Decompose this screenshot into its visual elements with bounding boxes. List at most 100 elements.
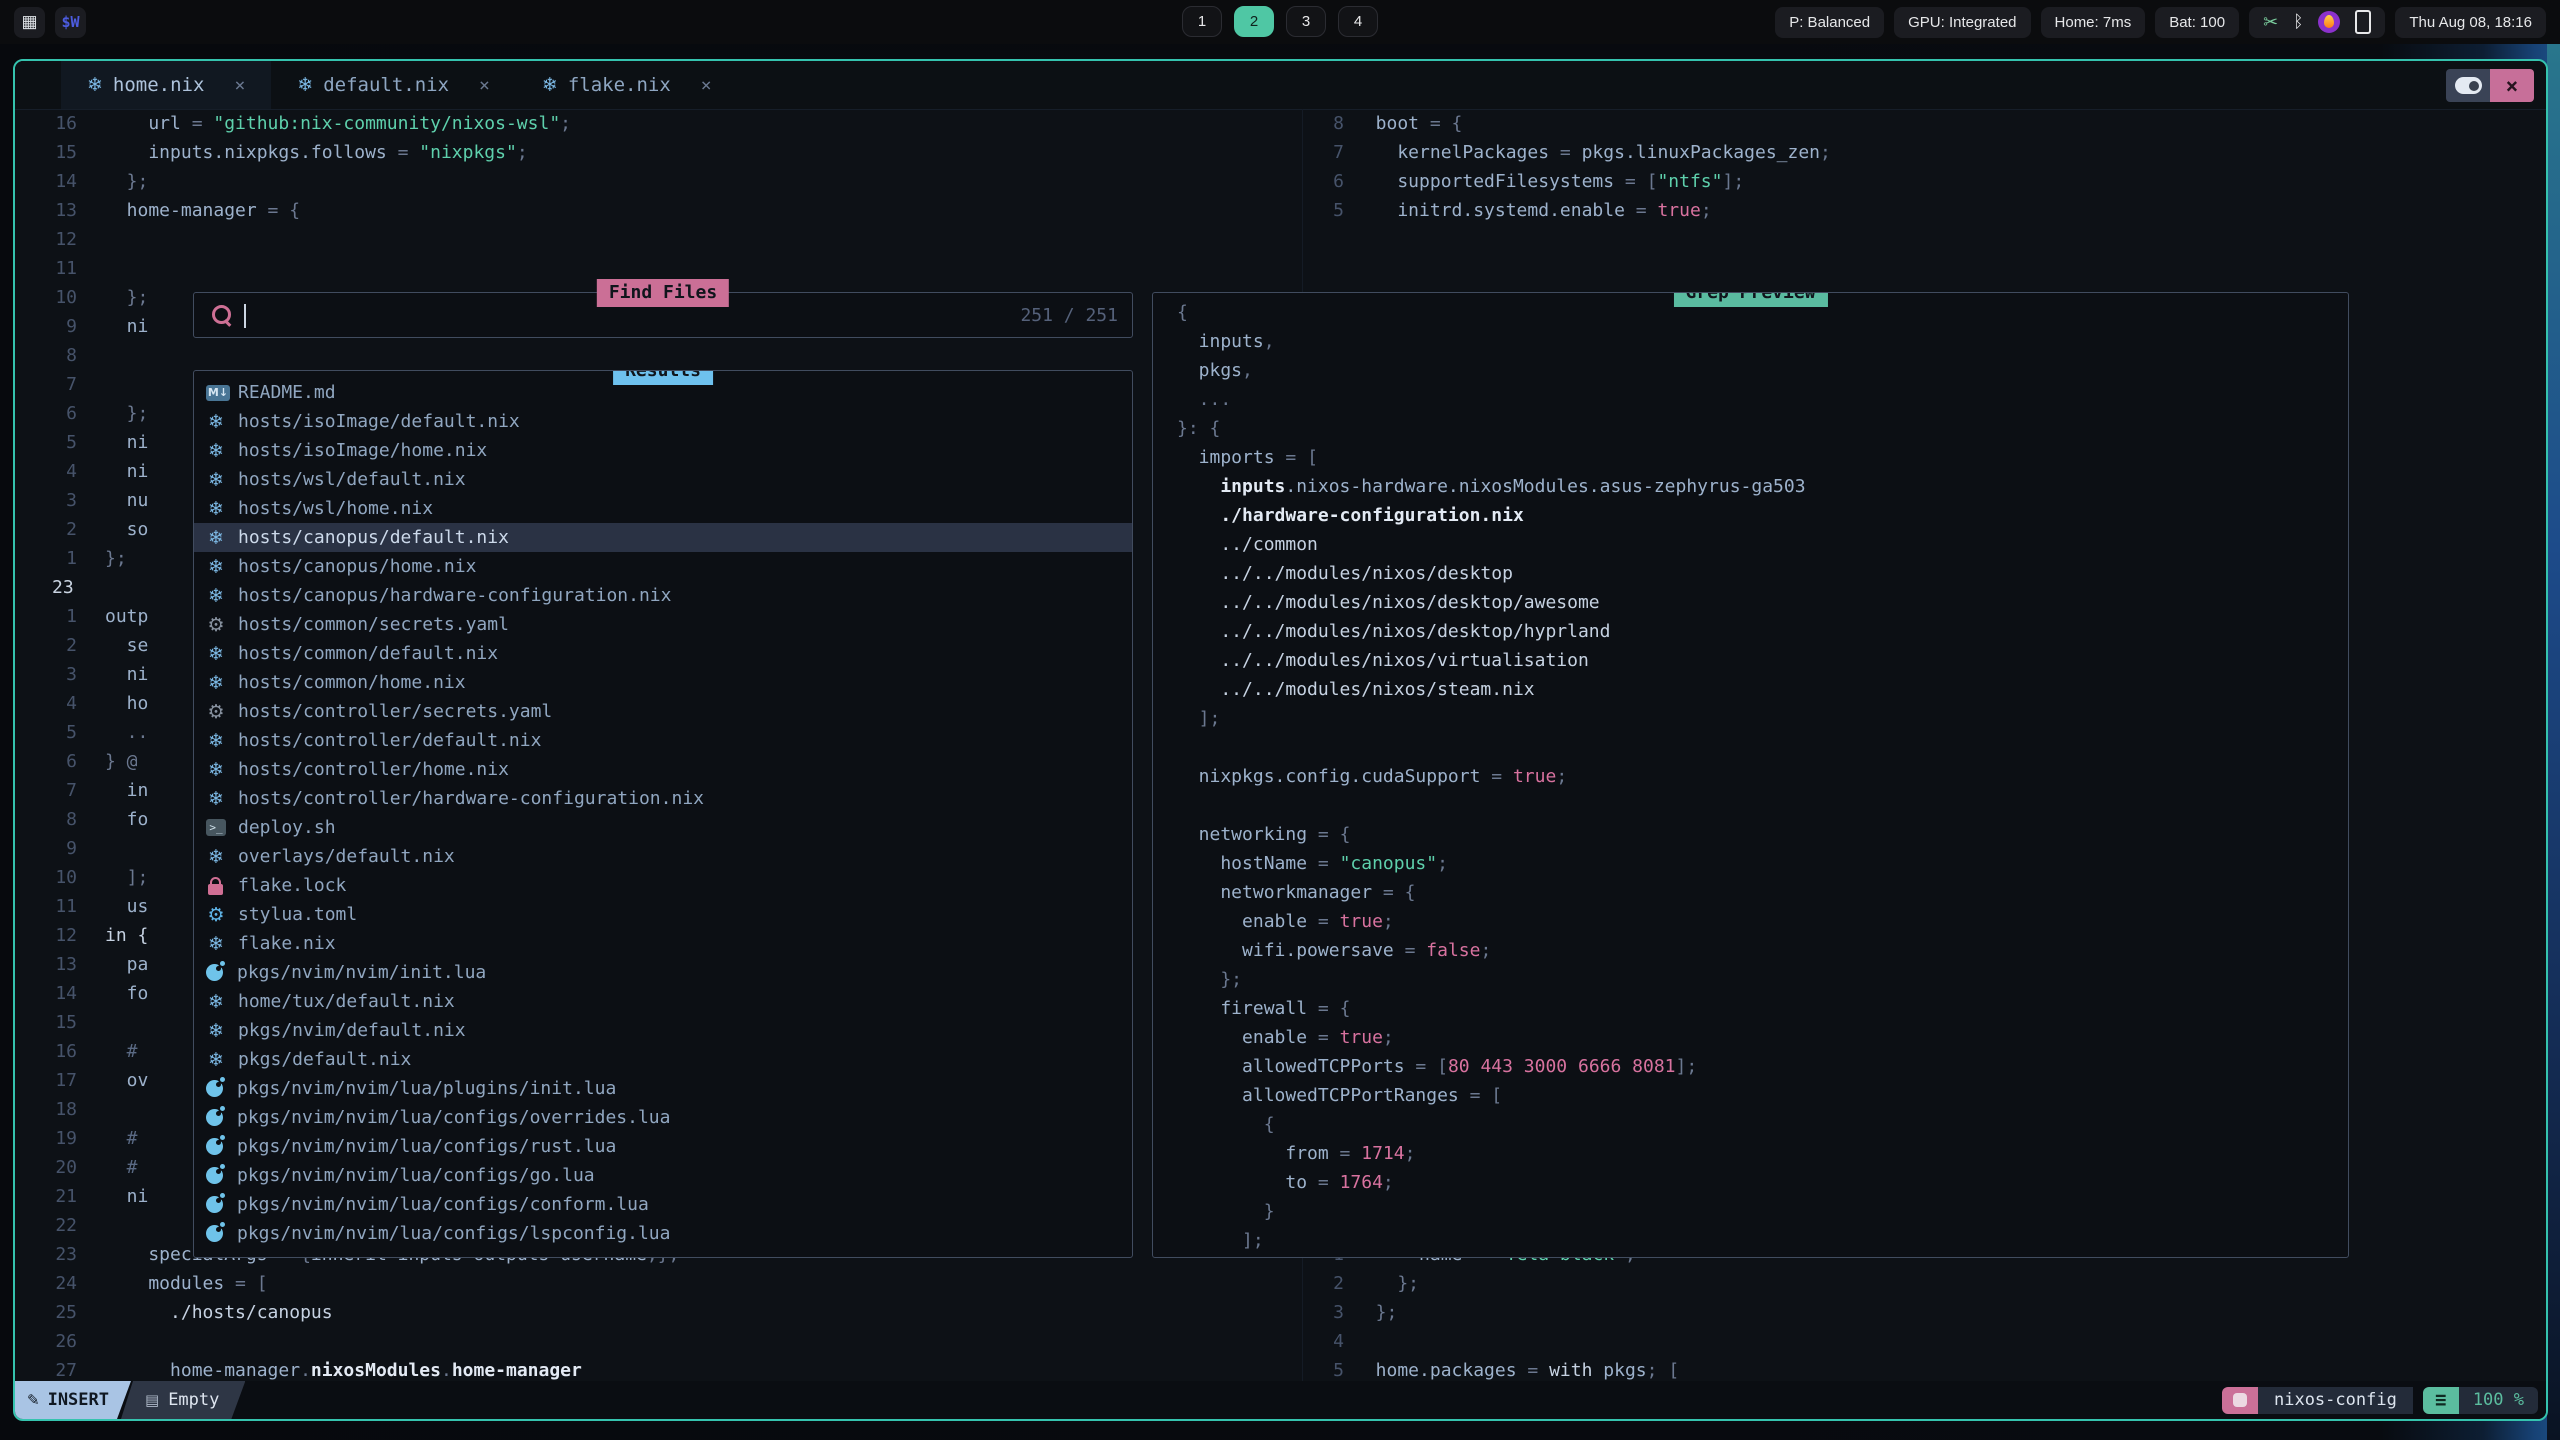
tab-flake-nix[interactable]: ❄flake.nix× <box>516 61 738 109</box>
code-text: }; <box>1344 1302 1397 1323</box>
result-item[interactable]: pkgs/nvim/nvim/lua/configs/lspconfig.lua <box>194 1219 1132 1248</box>
flame-icon[interactable] <box>2318 11 2340 33</box>
bluetooth-icon[interactable]: ᛒ <box>2293 12 2303 32</box>
window-close-button[interactable]: × <box>2490 69 2534 102</box>
workspace-2[interactable]: 2 <box>1234 6 1274 37</box>
result-item[interactable]: ❄hosts/wsl/home.nix <box>194 494 1132 523</box>
md-file-icon: M↓ <box>206 385 230 401</box>
code-line: ../../modules/nixos/virtualisation <box>1177 646 2348 675</box>
result-item[interactable]: ❄hosts/isoImage/home.nix <box>194 436 1132 465</box>
nix-file-icon: ❄ <box>206 1020 226 1042</box>
close-icon: × <box>2506 74 2519 98</box>
result-item[interactable]: pkgs/nvim/nvim/lua/plugins/init.lua <box>194 1074 1132 1103</box>
nix-file-icon: ❄ <box>206 440 226 462</box>
result-item[interactable]: pkgs/nvim/nvim/init.lua <box>194 958 1132 987</box>
result-item[interactable]: ❄pkgs/nvim/default.nix <box>194 1016 1132 1045</box>
code-text: nixpkgs.config.cudaSupport = true; <box>1177 766 1567 787</box>
code-line: inputs.nixos-hardware.nixosModules.asus-… <box>1177 472 2348 501</box>
code-text: { <box>1177 302 1188 323</box>
code-text: enable = true; <box>1177 911 1394 932</box>
result-item[interactable]: >_deploy.sh <box>194 813 1132 842</box>
line-number: 4 <box>1303 1331 1344 1352</box>
result-label: hosts/wsl/home.nix <box>238 498 433 519</box>
code-line: } <box>1177 1197 2348 1226</box>
workspace-3[interactable]: 3 <box>1286 6 1326 37</box>
result-label: hosts/controller/hardware-configuration.… <box>238 788 704 809</box>
result-item[interactable]: ❄hosts/controller/default.nix <box>194 726 1132 755</box>
line-number: 17 <box>15 1070 77 1091</box>
result-item[interactable]: ⚙stylua.toml <box>194 900 1132 929</box>
result-item[interactable]: ❄hosts/controller/hardware-configuration… <box>194 784 1132 813</box>
tab-close-icon[interactable]: × <box>701 75 712 96</box>
result-item[interactable]: pkgs/nvim/nvim/lua/configs/overrides.lua <box>194 1103 1132 1132</box>
line-number: 5 <box>1303 1360 1344 1381</box>
window-toggle-button[interactable] <box>2446 69 2490 102</box>
tab-home-nix[interactable]: ❄home.nix× <box>61 61 271 109</box>
code-line: 5 home.packages = with pkgs; [ <box>1303 1356 2546 1381</box>
nix-snowflake-icon: ❄ <box>297 74 313 96</box>
result-item[interactable]: ❄hosts/isoImage/default.nix <box>194 407 1132 436</box>
result-item[interactable]: ❄flake.nix <box>194 929 1132 958</box>
logo-chip[interactable]: $W <box>55 7 86 38</box>
launcher-button[interactable]: ▦ <box>14 7 45 38</box>
result-item[interactable]: ❄hosts/wsl/default.nix <box>194 465 1132 494</box>
result-item[interactable]: ❄hosts/common/home.nix <box>194 668 1132 697</box>
lines-icon: ≡ <box>2423 1387 2459 1414</box>
code-text: .. <box>77 722 148 743</box>
line-number: 16 <box>15 113 77 134</box>
scissors-icon[interactable]: ✂ <box>2263 12 2278 33</box>
result-item[interactable]: pkgs/nvim/nvim/lua/configs/go.lua <box>194 1161 1132 1190</box>
wallpaper-edge <box>2547 0 2560 1440</box>
code-text: # <box>77 1041 138 1062</box>
code-text: initrd.systemd.enable = true; <box>1344 200 1712 221</box>
result-item[interactable]: ❄hosts/controller/home.nix <box>194 755 1132 784</box>
workspace-1[interactable]: 1 <box>1182 6 1222 37</box>
result-item[interactable]: pkgs/nvim/nvim/lua/configs/conform.lua <box>194 1190 1132 1219</box>
result-item[interactable]: ❄hosts/canopus/home.nix <box>194 552 1132 581</box>
code-text: allowedTCPPorts = [80 443 3000 6666 8081… <box>1177 1056 1697 1077</box>
result-item[interactable]: ❄pkgs/default.nix <box>194 1045 1132 1074</box>
repo-segment: nixos-config <box>2222 1387 2413 1414</box>
tab-label: home.nix <box>113 74 205 96</box>
result-label: hosts/controller/secrets.yaml <box>238 701 552 722</box>
code-line: 6 supportedFilesystems = ["ntfs"]; <box>1303 167 2546 196</box>
workspace-4[interactable]: 4 <box>1338 6 1378 37</box>
result-label: home/tux/default.nix <box>238 991 455 1012</box>
tab-close-icon[interactable]: × <box>479 75 490 96</box>
find-files-input[interactable]: Find Files 251 / 251 <box>193 292 1133 338</box>
code-line: ../common <box>1177 530 2348 559</box>
tab-default-nix[interactable]: ❄ default.nix × <box>271 61 516 109</box>
scroll-percent: 100 % <box>2459 1387 2538 1414</box>
result-item[interactable]: ⚙ hosts/controller/secrets.yaml <box>194 697 1132 726</box>
code-text: ni <box>77 316 148 337</box>
code-text: fo <box>77 809 148 830</box>
code-text: pa <box>77 954 148 975</box>
code-text: in { <box>77 925 148 946</box>
code-line <box>1303 254 2546 283</box>
status-module: P: Balanced <box>1775 7 1884 38</box>
result-item[interactable]: pkgs/nvim/nvim/lua/configs/rust.lua <box>194 1132 1132 1161</box>
result-item[interactable]: ❄hosts/canopus/hardware-configuration.ni… <box>194 581 1132 610</box>
code-text: inputs.nixos-hardware.nixosModules.asus-… <box>1177 476 1806 497</box>
result-item[interactable]: ⚙hosts/common/secrets.yaml <box>194 610 1132 639</box>
result-item[interactable]: ❄overlays/default.nix <box>194 842 1132 871</box>
yaml-file-icon: ⚙ <box>206 701 226 723</box>
result-item[interactable]: flake.lock <box>194 871 1132 900</box>
code-text: us <box>77 896 148 917</box>
tab-close-icon[interactable]: × <box>234 75 245 96</box>
code-text: wifi.powersave = false; <box>1177 940 1491 961</box>
code-line: ../../modules/nixos/desktop/awesome <box>1177 588 2348 617</box>
code-text: { <box>1177 1114 1275 1135</box>
result-label: pkgs/nvim/nvim/lua/configs/lspconfig.lua <box>237 1223 670 1244</box>
code-text: pkgs, <box>1177 360 1253 381</box>
result-item[interactable]: ❄hosts/canopus/default.nix <box>194 523 1132 552</box>
line-number: 20 <box>15 1157 77 1178</box>
code-line: 12 <box>15 225 1302 254</box>
tab-label: default.nix <box>323 74 449 96</box>
code-line: }: { <box>1177 414 2348 443</box>
line-number: 9 <box>15 838 77 859</box>
result-item[interactable]: ❄hosts/common/default.nix <box>194 639 1132 668</box>
phone-icon[interactable] <box>2355 10 2371 34</box>
nix-file-icon: ❄ <box>206 672 226 694</box>
result-item[interactable]: ❄home/tux/default.nix <box>194 987 1132 1016</box>
